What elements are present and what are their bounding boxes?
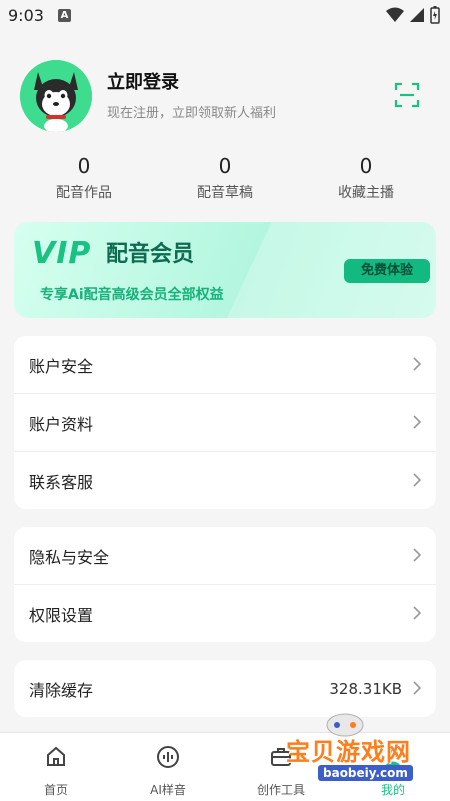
status-time: 9:03 — [8, 6, 44, 25]
vip-description: 专享Ai配音高级会员全部权益 — [40, 287, 224, 303]
stat-label: 配音作品 — [56, 185, 112, 201]
vip-banner[interactable]: VIP 配音会员 专享Ai配音高级会员全部权益 免费体验 — [14, 222, 436, 318]
tab-label: 我的 — [380, 783, 405, 797]
privacy-settings-group: 隐私与安全 权限设置 — [14, 527, 436, 642]
menu-item-clear-cache[interactable]: 清除缓存 328.31KB — [14, 660, 436, 717]
stat-label: 收藏主播 — [338, 185, 394, 201]
free-trial-button[interactable]: 免费体验 — [344, 259, 430, 283]
status-bar: 9:03 A — [0, 0, 450, 32]
wifi-icon — [386, 7, 404, 22]
notification-icon: A — [58, 9, 71, 22]
account-settings-group: 账户安全 账户资料 联系客服 — [14, 336, 436, 509]
vip-logo: VIP — [32, 236, 92, 271]
scan-icon — [394, 82, 420, 108]
signal-icon — [410, 8, 424, 22]
menu-item-label: 清除缓存 — [29, 680, 94, 700]
menu-item-permission-settings[interactable]: 权限设置 — [14, 585, 436, 642]
login-subtitle: 现在注册，立即领取新人福利 — [107, 106, 277, 121]
stat-value: 0 — [359, 154, 373, 178]
voice-wave-icon — [157, 746, 179, 768]
storage-group: 清除缓存 328.31KB — [14, 660, 436, 717]
vip-title: 配音会员 — [106, 242, 195, 267]
tab-ai-voice-samples[interactable]: AI样音 — [123, 745, 213, 798]
tab-home[interactable]: 首页 — [11, 745, 101, 798]
chevron-right-icon — [413, 473, 422, 487]
stat-label: 配音草稿 — [197, 185, 253, 201]
watermark-text: 宝贝游戏网 — [286, 738, 411, 766]
stat-value: 0 — [77, 154, 91, 178]
menu-item-privacy-security[interactable]: 隐私与安全 — [14, 527, 436, 585]
tab-label: AI样音 — [150, 783, 186, 797]
menu-item-account-security[interactable]: 账户安全 — [14, 336, 436, 394]
menu-item-label: 账户资料 — [29, 414, 94, 434]
menu-item-contact-support[interactable]: 联系客服 — [14, 452, 436, 509]
tab-label: 首页 — [43, 783, 68, 797]
stat-value: 0 — [218, 154, 232, 178]
chevron-right-icon — [413, 681, 422, 695]
scan-button[interactable] — [392, 80, 422, 110]
stat-dubbing-drafts[interactable]: 0 配音草稿 — [165, 152, 285, 202]
chevron-right-icon — [413, 548, 422, 562]
menu-item-label: 权限设置 — [29, 605, 94, 625]
stat-favorite-anchors[interactable]: 0 收藏主播 — [306, 152, 426, 202]
husky-dog-avatar — [20, 60, 92, 132]
menu-item-label: 隐私与安全 — [29, 547, 110, 567]
cache-size-value: 328.31KB — [329, 679, 402, 698]
menu-item-label: 账户安全 — [29, 356, 94, 376]
chevron-right-icon — [413, 357, 422, 371]
chevron-right-icon — [413, 606, 422, 620]
battery-icon — [430, 6, 440, 24]
menu-item-account-profile[interactable]: 账户资料 — [14, 394, 436, 452]
avatar[interactable] — [20, 60, 92, 132]
chevron-right-icon — [413, 415, 422, 429]
stat-dubbing-works[interactable]: 0 配音作品 — [24, 152, 144, 202]
watermark-url: baobeiy.com — [318, 765, 413, 781]
home-icon — [47, 746, 65, 766]
status-icons — [386, 6, 440, 24]
tab-label: 创作工具 — [256, 783, 305, 797]
menu-item-label: 联系客服 — [29, 472, 94, 492]
login-title[interactable]: 立即登录 — [107, 68, 179, 94]
stats-row: 0 配音作品 0 配音草稿 0 收藏主播 — [0, 152, 450, 208]
